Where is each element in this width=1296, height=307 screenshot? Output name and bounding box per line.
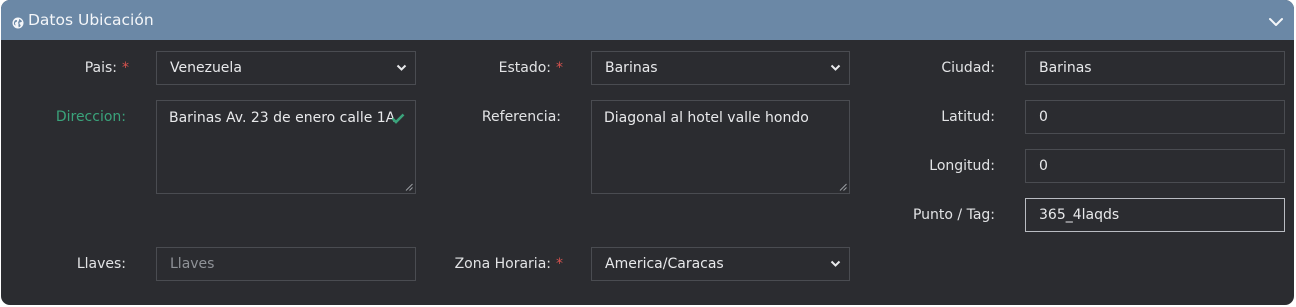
- latitud-input[interactable]: 0: [1025, 100, 1285, 134]
- referencia-label: Referencia:: [481, 109, 561, 125]
- pais-label: Pais: *: [84, 60, 129, 76]
- globe-icon: [12, 14, 24, 33]
- chevron-down-icon[interactable]: [1268, 13, 1284, 32]
- longitud-label: Longitud:: [929, 158, 995, 174]
- resize-handle-icon[interactable]: [405, 183, 413, 191]
- direccion-textarea[interactable]: Barinas Av. 23 de enero calle 1A: [156, 100, 416, 194]
- chevron-down-icon: [830, 260, 841, 267]
- llaves-label: Llaves:: [76, 256, 126, 272]
- zona-horaria-label: Zona Horaria: *: [454, 256, 563, 272]
- panel-header[interactable]: Datos Ubicación: [1, 0, 1294, 40]
- referencia-textarea[interactable]: Diagonal al hotel valle hondo: [591, 100, 850, 194]
- resize-handle-icon[interactable]: [839, 183, 847, 191]
- estado-select[interactable]: Barinas: [591, 51, 850, 85]
- latitud-label: Latitud:: [941, 109, 995, 125]
- chevron-down-icon: [830, 64, 841, 71]
- punto-tag-input[interactable]: 365_4laqds: [1025, 198, 1285, 232]
- direccion-label: Direccion:: [55, 109, 126, 125]
- pais-select[interactable]: Venezuela: [156, 51, 416, 85]
- panel-title: Datos Ubicación: [28, 11, 154, 29]
- ciudad-input[interactable]: Barinas: [1025, 51, 1285, 85]
- ciudad-label: Ciudad:: [941, 60, 995, 76]
- punto-tag-label: Punto / Tag:: [912, 207, 995, 223]
- longitud-input[interactable]: 0: [1025, 149, 1285, 183]
- llaves-input[interactable]: Llaves: [156, 247, 416, 281]
- zona-horaria-select[interactable]: America/Caracas: [591, 247, 850, 281]
- ubicacion-panel: Datos Ubicación Pais: * Venezuela Estado:…: [1, 0, 1294, 305]
- estado-label: Estado: *: [498, 60, 563, 76]
